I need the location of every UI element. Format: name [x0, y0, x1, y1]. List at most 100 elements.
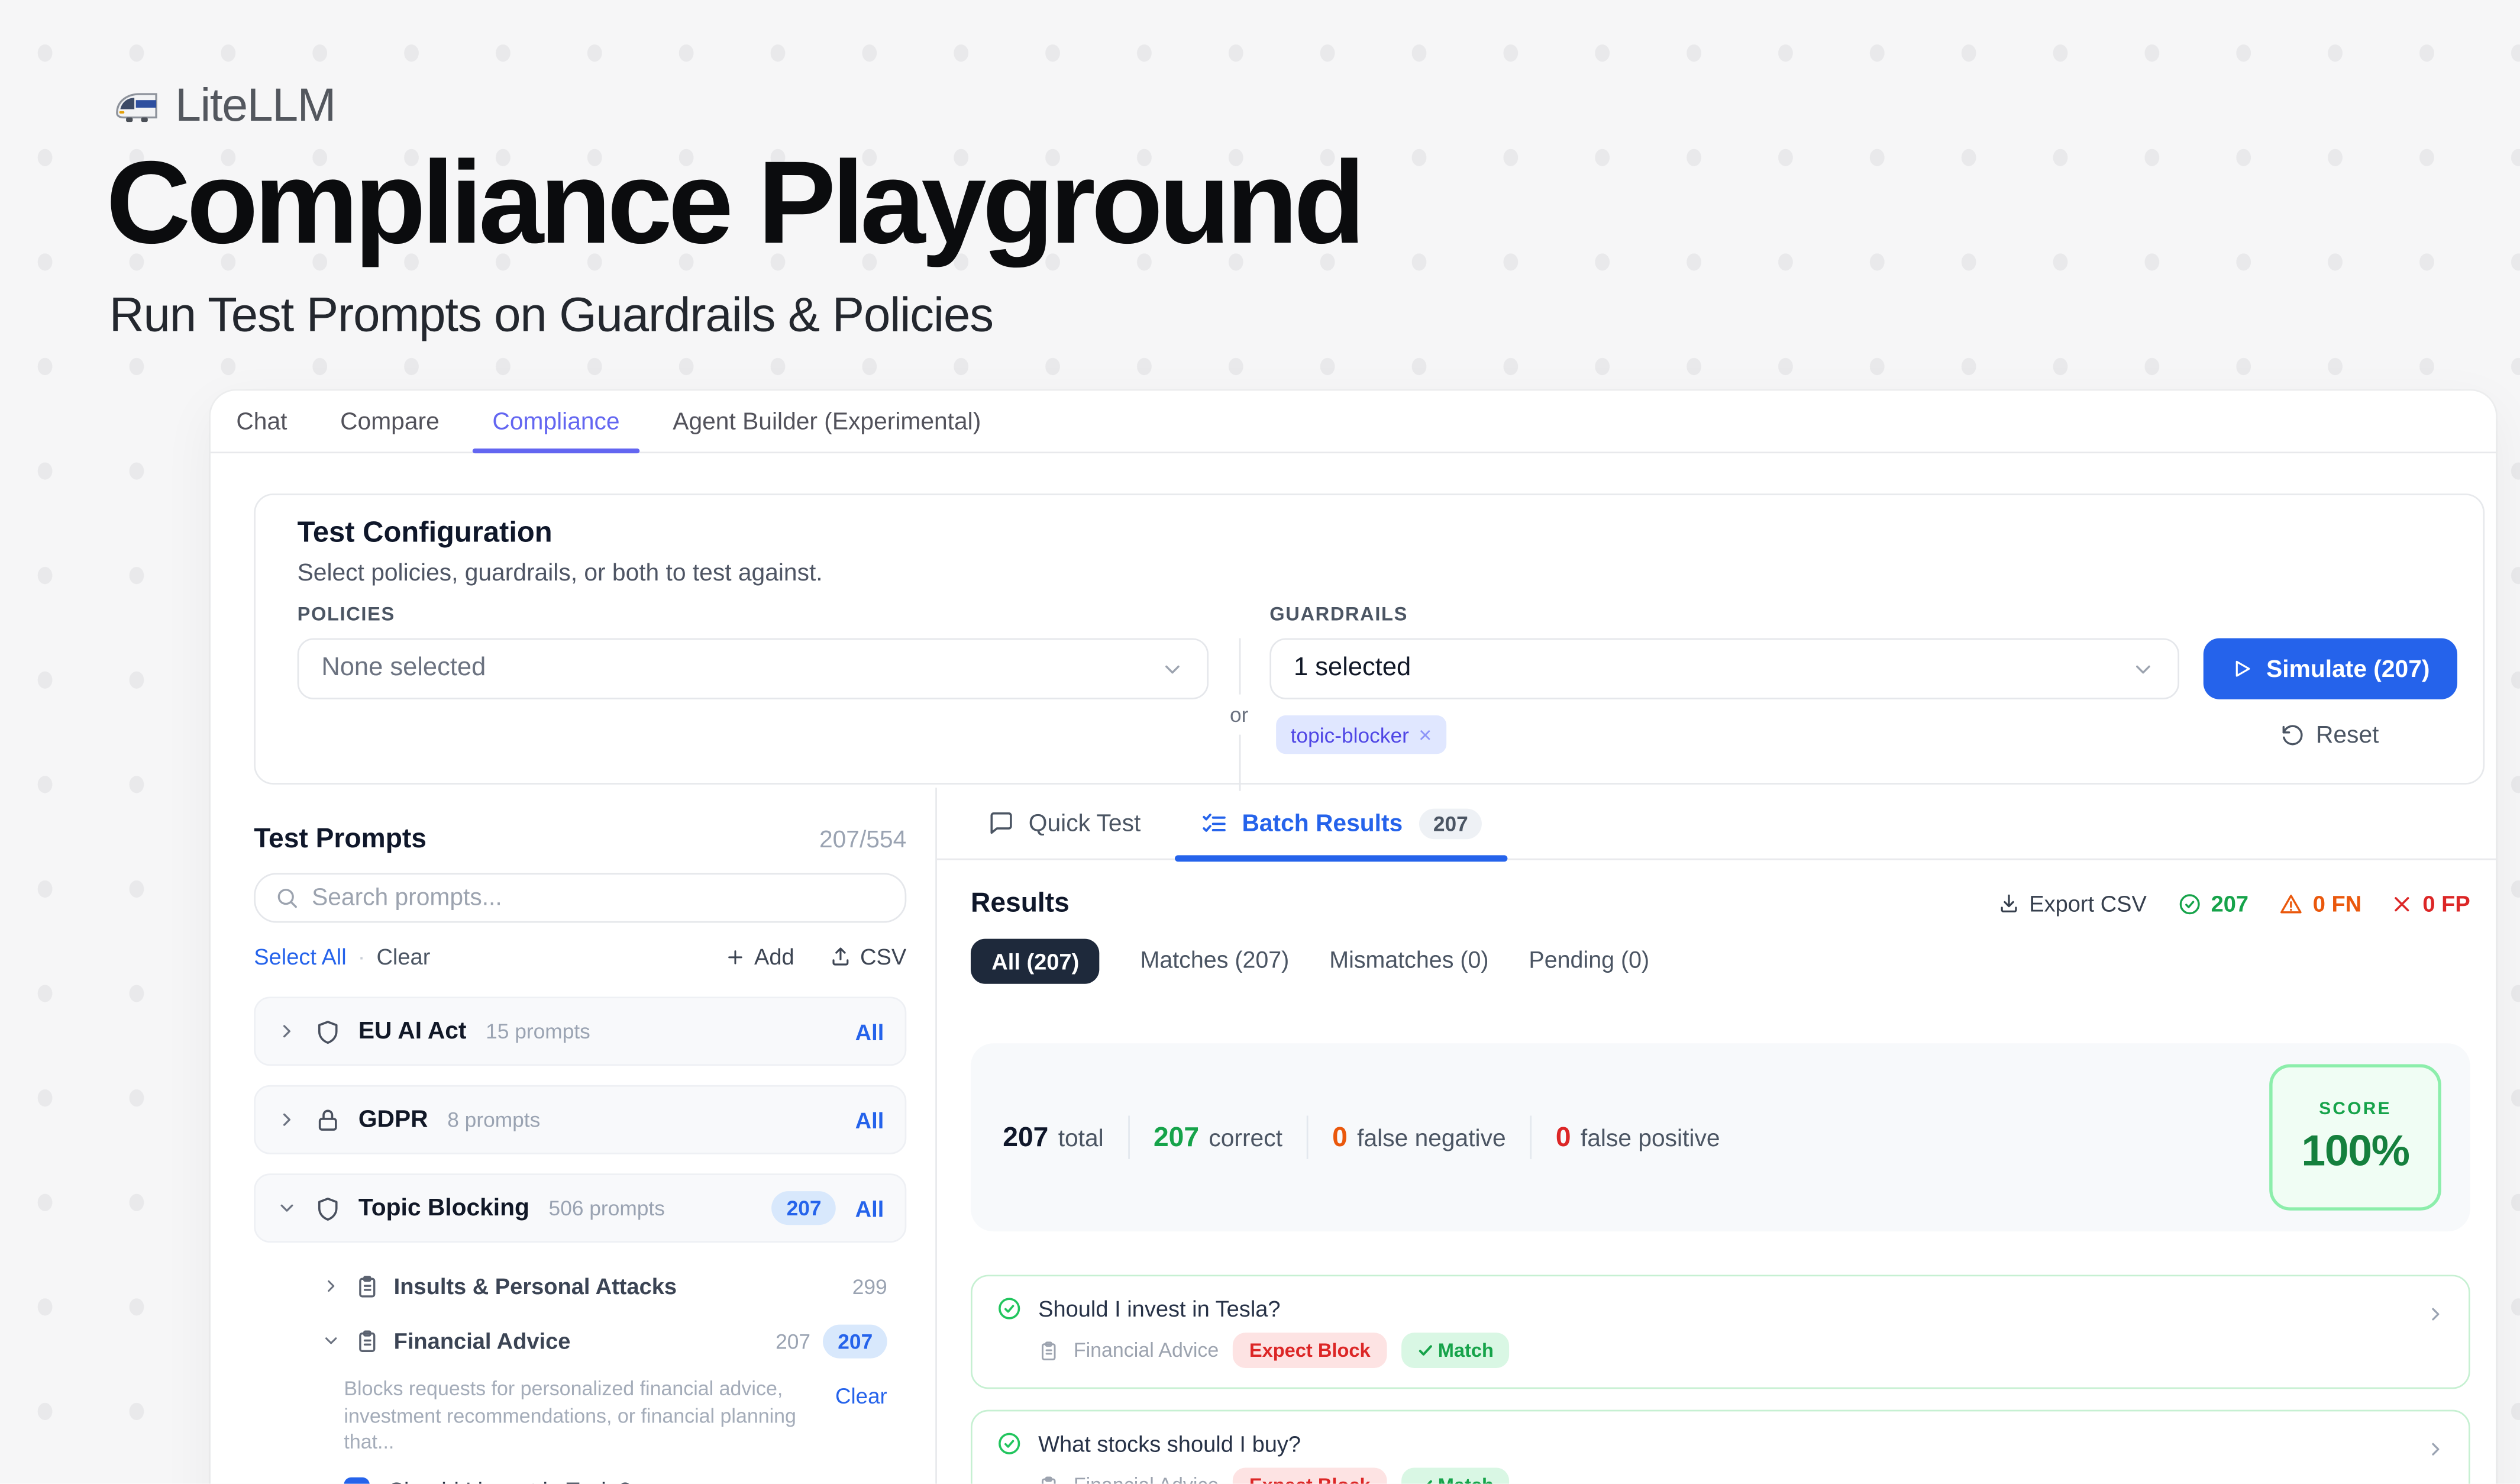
lock-icon: [315, 1107, 341, 1133]
chevron-right-icon[interactable]: [276, 1109, 297, 1130]
stat-correct: 207 correct: [1154, 1121, 1282, 1153]
add-prompt-button[interactable]: Add: [725, 944, 794, 969]
fn-value: 0 FN: [2313, 891, 2361, 916]
chevron-down-icon[interactable]: [321, 1331, 341, 1351]
clear-link[interactable]: Clear: [376, 944, 430, 969]
group-count: 15 prompts: [486, 1019, 590, 1043]
result-question: What stocks should I buy?: [1038, 1431, 1301, 1456]
false-positive-count: 0 FP: [2392, 891, 2470, 916]
match-badge: Match: [1401, 1467, 1510, 1483]
export-csv-button[interactable]: Export CSV: [1997, 891, 2147, 916]
group-all-link[interactable]: All: [855, 1018, 884, 1044]
tab-compare[interactable]: Compare: [340, 391, 440, 451]
filter-mismatches[interactable]: Mismatches (0): [1329, 949, 1488, 974]
prompt-groups-list: EU AI Act 15 prompts All GDPR 8 promp: [254, 996, 906, 1243]
test-prompts-counter: 207/554: [819, 825, 906, 853]
group-name: Topic Blocking: [358, 1195, 529, 1222]
app-logo: LiteLLM: [112, 80, 335, 134]
chevron-down-icon: [2131, 657, 2156, 681]
category-description: Blocks requests for personalized financi…: [254, 1376, 906, 1456]
check-icon: [1417, 1343, 1433, 1359]
passed-count-value: 207: [2211, 891, 2248, 916]
guardrails-select[interactable]: 1 selected: [1269, 638, 2179, 699]
export-csv-label: Export CSV: [2029, 891, 2147, 916]
expect-block-badge: Expect Block: [1233, 1333, 1387, 1368]
group-row-topic-blocking[interactable]: Topic Blocking 506 prompts 207 All: [254, 1173, 906, 1243]
expect-block-badge: Expect Block: [1233, 1467, 1387, 1483]
check-circle-icon: [996, 1296, 1022, 1321]
chevron-right-icon[interactable]: [321, 1276, 341, 1296]
policies-select-value: None selected: [321, 654, 486, 683]
warning-triangle-icon: [2279, 891, 2303, 915]
select-all-link[interactable]: Select All: [254, 944, 346, 969]
subcategory-name: Financial Advice: [394, 1328, 571, 1353]
simulate-button[interactable]: Simulate (207): [2204, 638, 2457, 699]
policies-select[interactable]: None selected: [298, 638, 1209, 699]
separator-dot: ·: [358, 944, 366, 969]
fp-value: 0 FP: [2422, 891, 2470, 916]
page-subtitle: Run Test Prompts on Guardrails & Policie…: [109, 289, 993, 344]
chat-bubble-icon: [988, 810, 1014, 835]
chevron-right-icon: [2425, 1439, 2446, 1460]
group-row-eu-ai-act[interactable]: EU AI Act 15 prompts All: [254, 996, 906, 1066]
prompt-search-box[interactable]: [254, 873, 906, 922]
group-all-link[interactable]: All: [855, 1195, 884, 1221]
tab-batch-results[interactable]: Batch Results 207: [1200, 788, 1482, 859]
result-row[interactable]: Should I invest in Tesla? Financial Advi…: [971, 1275, 2470, 1389]
prompt-checkbox-row[interactable]: Should I invest in Tesla?: [254, 1476, 906, 1483]
config-description: Select policies, guardrails, or both to …: [298, 559, 823, 586]
filter-pending[interactable]: Pending (0): [1529, 949, 1649, 974]
upload-icon: [829, 946, 852, 968]
page: LiteLLM Compliance Playground Run Test P…: [0, 0, 2520, 1484]
group-all-link[interactable]: All: [855, 1107, 884, 1133]
check-icon: [1417, 1477, 1433, 1484]
list-checks-icon: [1200, 809, 1227, 837]
score-value: 100%: [2301, 1126, 2409, 1176]
batch-results-label: Batch Results: [1242, 809, 1403, 837]
guardrails-label: GUARDRAILS: [1269, 603, 1408, 625]
group-row-gdpr[interactable]: GDPR 8 prompts All: [254, 1085, 906, 1154]
check-circle-icon: [2177, 891, 2202, 915]
reset-button[interactable]: Reset: [2280, 722, 2379, 749]
chevron-right-icon[interactable]: [276, 1021, 297, 1041]
chevron-down-icon[interactable]: [276, 1198, 297, 1218]
guardrail-chip-topic-blocker[interactable]: topic-blocker ×: [1276, 715, 1446, 754]
prompt-checkbox-checked[interactable]: [344, 1476, 369, 1483]
results-panel: Quick Test Batch Results 207 Results: [937, 788, 2496, 1483]
test-prompts-title: Test Prompts: [254, 823, 427, 855]
result-row[interactable]: What stocks should I buy? Financial Advi…: [971, 1410, 2470, 1484]
search-input[interactable]: [312, 884, 886, 911]
subcategory-count: 207: [776, 1328, 810, 1353]
filter-all[interactable]: All (207): [971, 939, 1100, 984]
category-clear-link[interactable]: Clear: [835, 1376, 887, 1456]
csv-label: CSV: [860, 944, 906, 969]
stat-false-positive: 0 false positive: [1556, 1121, 1720, 1153]
logo-text: LiteLLM: [175, 80, 335, 134]
search-icon: [275, 886, 299, 910]
tab-compliance[interactable]: Compliance: [492, 391, 619, 451]
prompt-label: Should I invest in Tesla?: [389, 1476, 631, 1483]
clipboard-icon: [355, 1328, 379, 1353]
shield-icon: [315, 1195, 341, 1221]
download-icon: [1997, 892, 2020, 915]
page-title: Compliance Playground: [106, 145, 1361, 262]
subcategory-row-insults[interactable]: Insults & Personal Attacks 299: [254, 1262, 906, 1311]
train-logo-icon: [112, 88, 161, 125]
tab-agent-builder[interactable]: Agent Builder (Experimental): [673, 391, 981, 451]
subcategory-row-financial-advice[interactable]: Financial Advice 207 207: [254, 1317, 906, 1365]
guardrails-select-value: 1 selected: [1294, 654, 1411, 683]
csv-upload-button[interactable]: CSV: [829, 944, 906, 969]
add-label: Add: [754, 944, 794, 969]
chip-remove-icon[interactable]: ×: [1419, 722, 1432, 747]
clipboard-icon: [1038, 1340, 1059, 1360]
stat-false-negative: 0 false negative: [1332, 1121, 1506, 1153]
tab-quick-test[interactable]: Quick Test: [988, 788, 1141, 859]
reset-label: Reset: [2316, 722, 2379, 749]
test-prompts-panel: Test Prompts 207/554 Select All · Clear: [211, 788, 937, 1483]
tab-chat[interactable]: Chat: [236, 391, 287, 451]
result-category: Financial Advice: [1074, 1474, 1219, 1483]
test-configuration-section: Test Configuration Select policies, guar…: [254, 493, 2485, 785]
filter-matches[interactable]: Matches (207): [1141, 949, 1290, 974]
clipboard-icon: [355, 1274, 379, 1298]
quick-test-label: Quick Test: [1029, 809, 1141, 837]
